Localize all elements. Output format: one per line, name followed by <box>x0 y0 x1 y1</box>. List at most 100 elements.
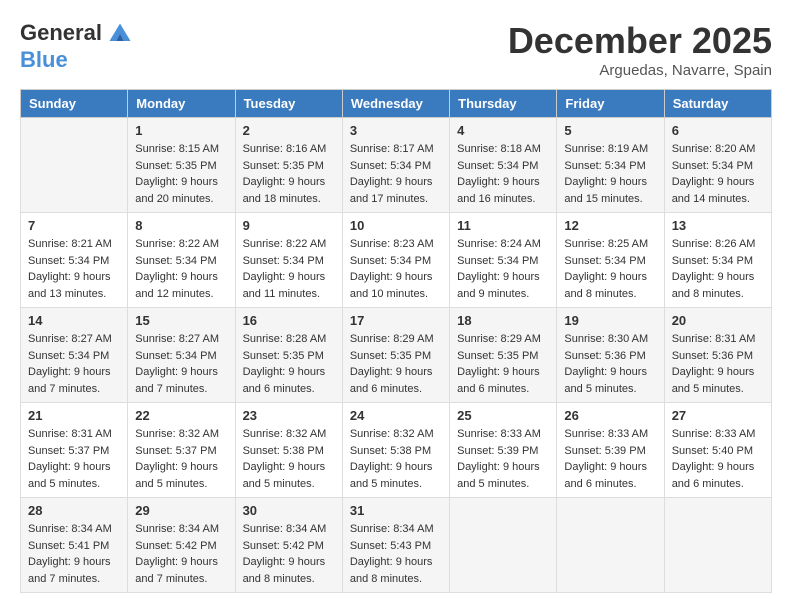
day-number: 6 <box>672 123 764 138</box>
header-wednesday: Wednesday <box>342 90 449 118</box>
calendar-cell: 27Sunrise: 8:33 AMSunset: 5:40 PMDayligh… <box>664 403 771 498</box>
calendar-header-row: SundayMondayTuesdayWednesdayThursdayFrid… <box>21 90 772 118</box>
calendar-cell: 21 Sunrise: 8:31 AMSunset: 5:37 PMDayligh… <box>21 403 128 498</box>
calendar-cell: 28 Sunrise: 8:34 AMSunset: 5:41 PMDayligh… <box>21 498 128 593</box>
day-number: 4 <box>457 123 549 138</box>
calendar-week-4: 21 Sunrise: 8:31 AMSunset: 5:37 PMDayligh… <box>21 403 772 498</box>
calendar-cell: 19 Sunrise: 8:30 AMSunset: 5:36 PMDayligh… <box>557 308 664 403</box>
day-info: Sunrise: 8:18 AMSunset: 5:34 PMDaylight:… <box>457 141 549 207</box>
day-number: 28 <box>28 503 120 518</box>
header-tuesday: Tuesday <box>235 90 342 118</box>
calendar-cell: 16Sunrise: 8:28 AMSunset: 5:35 PMDayligh… <box>235 308 342 403</box>
calendar-cell <box>664 498 771 593</box>
day-number: 17 <box>350 313 442 328</box>
day-info: Sunrise: 8:21 AMSunset: 5:34 PMDaylight:… <box>28 236 120 302</box>
calendar-cell: 11 Sunrise: 8:24 AMSunset: 5:34 PMDayligh… <box>450 213 557 308</box>
logo-general-text: General <box>20 20 102 45</box>
day-number: 15 <box>135 313 227 328</box>
day-info: Sunrise: 8:26 AMSunset: 5:34 PMDaylight:… <box>672 236 764 302</box>
day-number: 12 <box>564 218 656 233</box>
day-number: 11 <box>457 218 549 233</box>
calendar-cell <box>21 118 128 213</box>
day-info: Sunrise: 8:32 AMSunset: 5:38 PMDaylight:… <box>350 426 442 492</box>
day-number: 8 <box>135 218 227 233</box>
calendar-cell: 24 Sunrise: 8:32 AMSunset: 5:38 PMDayligh… <box>342 403 449 498</box>
day-info: Sunrise: 8:32 AMSunset: 5:37 PMDaylight:… <box>135 426 227 492</box>
day-number: 23 <box>243 408 335 423</box>
calendar-cell: 26Sunrise: 8:33 AMSunset: 5:39 PMDayligh… <box>557 403 664 498</box>
calendar-week-3: 14 Sunrise: 8:27 AMSunset: 5:34 PMDayligh… <box>21 308 772 403</box>
day-number: 13 <box>672 218 764 233</box>
day-number: 18 <box>457 313 549 328</box>
day-number: 14 <box>28 313 120 328</box>
header-friday: Friday <box>557 90 664 118</box>
day-info: Sunrise: 8:31 AMSunset: 5:37 PMDaylight:… <box>28 426 120 492</box>
day-info: Sunrise: 8:32 AMSunset: 5:38 PMDaylight:… <box>243 426 335 492</box>
day-info: Sunrise: 8:22 AMSunset: 5:34 PMDaylight:… <box>135 236 227 302</box>
calendar-cell: 2Sunrise: 8:16 AMSunset: 5:35 PMDaylight… <box>235 118 342 213</box>
day-number: 19 <box>564 313 656 328</box>
day-number: 9 <box>243 218 335 233</box>
day-number: 3 <box>350 123 442 138</box>
calendar-cell: 15 Sunrise: 8:27 AMSunset: 5:34 PMDayligh… <box>128 308 235 403</box>
day-number: 7 <box>28 218 120 233</box>
day-number: 31 <box>350 503 442 518</box>
day-info: Sunrise: 8:25 AMSunset: 5:34 PMDaylight:… <box>564 236 656 302</box>
calendar-cell: 7 Sunrise: 8:21 AMSunset: 5:34 PMDaylight… <box>21 213 128 308</box>
calendar-cell: 23 Sunrise: 8:32 AMSunset: 5:38 PMDayligh… <box>235 403 342 498</box>
day-info: Sunrise: 8:28 AMSunset: 5:35 PMDaylight:… <box>243 331 335 397</box>
day-number: 5 <box>564 123 656 138</box>
calendar-cell: 1Sunrise: 8:15 AMSunset: 5:35 PMDaylight… <box>128 118 235 213</box>
day-number: 21 <box>28 408 120 423</box>
day-info: Sunrise: 8:31 AMSunset: 5:36 PMDaylight:… <box>672 331 764 397</box>
header-saturday: Saturday <box>664 90 771 118</box>
calendar-cell <box>450 498 557 593</box>
calendar-cell: 17Sunrise: 8:29 AMSunset: 5:35 PMDayligh… <box>342 308 449 403</box>
day-number: 24 <box>350 408 442 423</box>
day-info: Sunrise: 8:29 AMSunset: 5:35 PMDaylight:… <box>457 331 549 397</box>
day-number: 30 <box>243 503 335 518</box>
day-info: Sunrise: 8:33 AMSunset: 5:39 PMDaylight:… <box>457 426 549 492</box>
calendar-cell: 3 Sunrise: 8:17 AMSunset: 5:34 PMDaylight… <box>342 118 449 213</box>
calendar-cell: 31 Sunrise: 8:34 AMSunset: 5:43 PMDayligh… <box>342 498 449 593</box>
day-number: 22 <box>135 408 227 423</box>
calendar-cell: 18 Sunrise: 8:29 AMSunset: 5:35 PMDayligh… <box>450 308 557 403</box>
day-info: Sunrise: 8:33 AMSunset: 5:39 PMDaylight:… <box>564 426 656 492</box>
calendar-cell: 30 Sunrise: 8:34 AMSunset: 5:42 PMDayligh… <box>235 498 342 593</box>
day-info: Sunrise: 8:34 AMSunset: 5:41 PMDaylight:… <box>28 521 120 587</box>
day-info: Sunrise: 8:30 AMSunset: 5:36 PMDaylight:… <box>564 331 656 397</box>
day-info: Sunrise: 8:34 AMSunset: 5:42 PMDaylight:… <box>135 521 227 587</box>
logo-blue-text: Blue <box>20 47 68 72</box>
calendar-cell: 10 Sunrise: 8:23 AMSunset: 5:34 PMDayligh… <box>342 213 449 308</box>
day-number: 10 <box>350 218 442 233</box>
calendar-cell: 29Sunrise: 8:34 AMSunset: 5:42 PMDayligh… <box>128 498 235 593</box>
day-info: Sunrise: 8:27 AMSunset: 5:34 PMDaylight:… <box>28 331 120 397</box>
calendar-cell: 14 Sunrise: 8:27 AMSunset: 5:34 PMDayligh… <box>21 308 128 403</box>
calendar-cell: 13 Sunrise: 8:26 AMSunset: 5:34 PMDayligh… <box>664 213 771 308</box>
calendar-cell: 22 Sunrise: 8:32 AMSunset: 5:37 PMDayligh… <box>128 403 235 498</box>
calendar-cell <box>557 498 664 593</box>
day-info: Sunrise: 8:33 AMSunset: 5:40 PMDaylight:… <box>672 426 764 492</box>
day-number: 1 <box>135 123 227 138</box>
logo-icon <box>106 20 134 48</box>
month-title: December 2025 <box>508 20 772 62</box>
day-info: Sunrise: 8:23 AMSunset: 5:34 PMDaylight:… <box>350 236 442 302</box>
calendar-week-2: 7 Sunrise: 8:21 AMSunset: 5:34 PMDaylight… <box>21 213 772 308</box>
calendar-cell: 5Sunrise: 8:19 AMSunset: 5:34 PMDaylight… <box>557 118 664 213</box>
day-info: Sunrise: 8:34 AMSunset: 5:43 PMDaylight:… <box>350 521 442 587</box>
location-subtitle: Arguedas, Navarre, Spain <box>508 62 772 79</box>
day-info: Sunrise: 8:34 AMSunset: 5:42 PMDaylight:… <box>243 521 335 587</box>
day-number: 20 <box>672 313 764 328</box>
calendar-cell: 9Sunrise: 8:22 AMSunset: 5:34 PMDaylight… <box>235 213 342 308</box>
day-info: Sunrise: 8:27 AMSunset: 5:34 PMDaylight:… <box>135 331 227 397</box>
day-info: Sunrise: 8:24 AMSunset: 5:34 PMDaylight:… <box>457 236 549 302</box>
day-number: 25 <box>457 408 549 423</box>
calendar-table: SundayMondayTuesdayWednesdayThursdayFrid… <box>20 89 772 593</box>
calendar-week-5: 28 Sunrise: 8:34 AMSunset: 5:41 PMDayligh… <box>21 498 772 593</box>
header-monday: Monday <box>128 90 235 118</box>
calendar-cell: 20 Sunrise: 8:31 AMSunset: 5:36 PMDayligh… <box>664 308 771 403</box>
title-block: December 2025 Arguedas, Navarre, Spain <box>508 20 772 79</box>
day-info: Sunrise: 8:17 AMSunset: 5:34 PMDaylight:… <box>350 141 442 207</box>
calendar-cell: 8 Sunrise: 8:22 AMSunset: 5:34 PMDaylight… <box>128 213 235 308</box>
calendar-cell: 6Sunrise: 8:20 AMSunset: 5:34 PMDaylight… <box>664 118 771 213</box>
